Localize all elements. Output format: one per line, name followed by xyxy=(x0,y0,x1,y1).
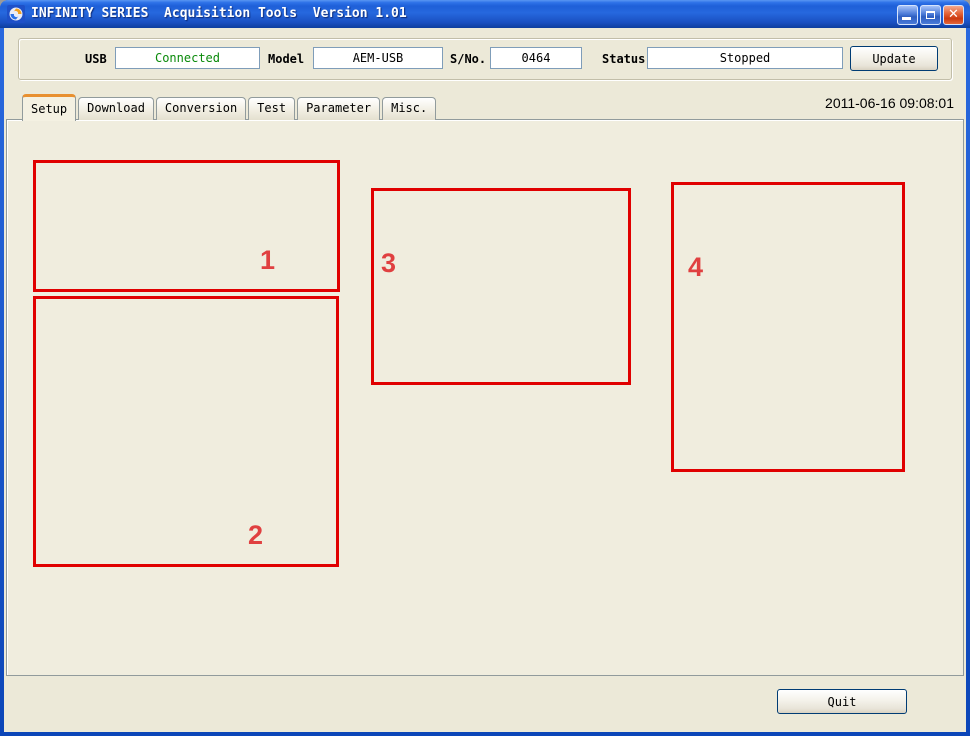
quit-button[interactable]: Quit xyxy=(777,689,907,714)
status-field: Stopped xyxy=(647,47,843,69)
tab-conversion[interactable]: Conversion xyxy=(156,97,246,120)
tab-strip: Setup Download Conversion Test Parameter… xyxy=(22,97,436,120)
close-button[interactable]: ✕ xyxy=(943,5,964,25)
annotation-number-2: 2 xyxy=(248,520,263,551)
tab-parameter[interactable]: Parameter xyxy=(297,97,380,120)
minimize-button[interactable] xyxy=(897,5,918,25)
usb-status-field: Connected xyxy=(115,47,260,69)
title-bar: INFINITY SERIES Acquisition Tools Versio… xyxy=(0,0,970,28)
minimize-icon xyxy=(902,17,911,20)
model-label: Model xyxy=(268,52,304,66)
annotation-number-4: 4 xyxy=(688,252,703,283)
current-datetime: 2011-06-16 09:08:01 xyxy=(825,95,954,111)
tab-misc[interactable]: Misc. xyxy=(382,97,436,120)
update-button[interactable]: Update xyxy=(850,46,938,71)
serial-label: S/No. xyxy=(450,52,486,66)
annotation-number-3: 3 xyxy=(381,248,396,279)
maximize-icon xyxy=(926,11,935,19)
status-label: Status xyxy=(602,52,645,66)
window-title: INFINITY SERIES Acquisition Tools Versio… xyxy=(31,6,407,21)
annotation-number-1: 1 xyxy=(260,245,275,276)
model-field: AEM-USB xyxy=(313,47,443,69)
setup-tab-panel xyxy=(6,119,964,676)
serial-field: 0464 xyxy=(490,47,582,69)
maximize-button[interactable] xyxy=(920,5,941,25)
close-icon: ✕ xyxy=(944,7,963,22)
app-icon xyxy=(7,5,25,23)
tab-setup[interactable]: Setup xyxy=(22,94,76,121)
tab-download[interactable]: Download xyxy=(78,97,154,120)
tab-test[interactable]: Test xyxy=(248,97,295,120)
app-window: INFINITY SERIES Acquisition Tools Versio… xyxy=(0,0,970,736)
usb-label: USB xyxy=(85,52,107,66)
